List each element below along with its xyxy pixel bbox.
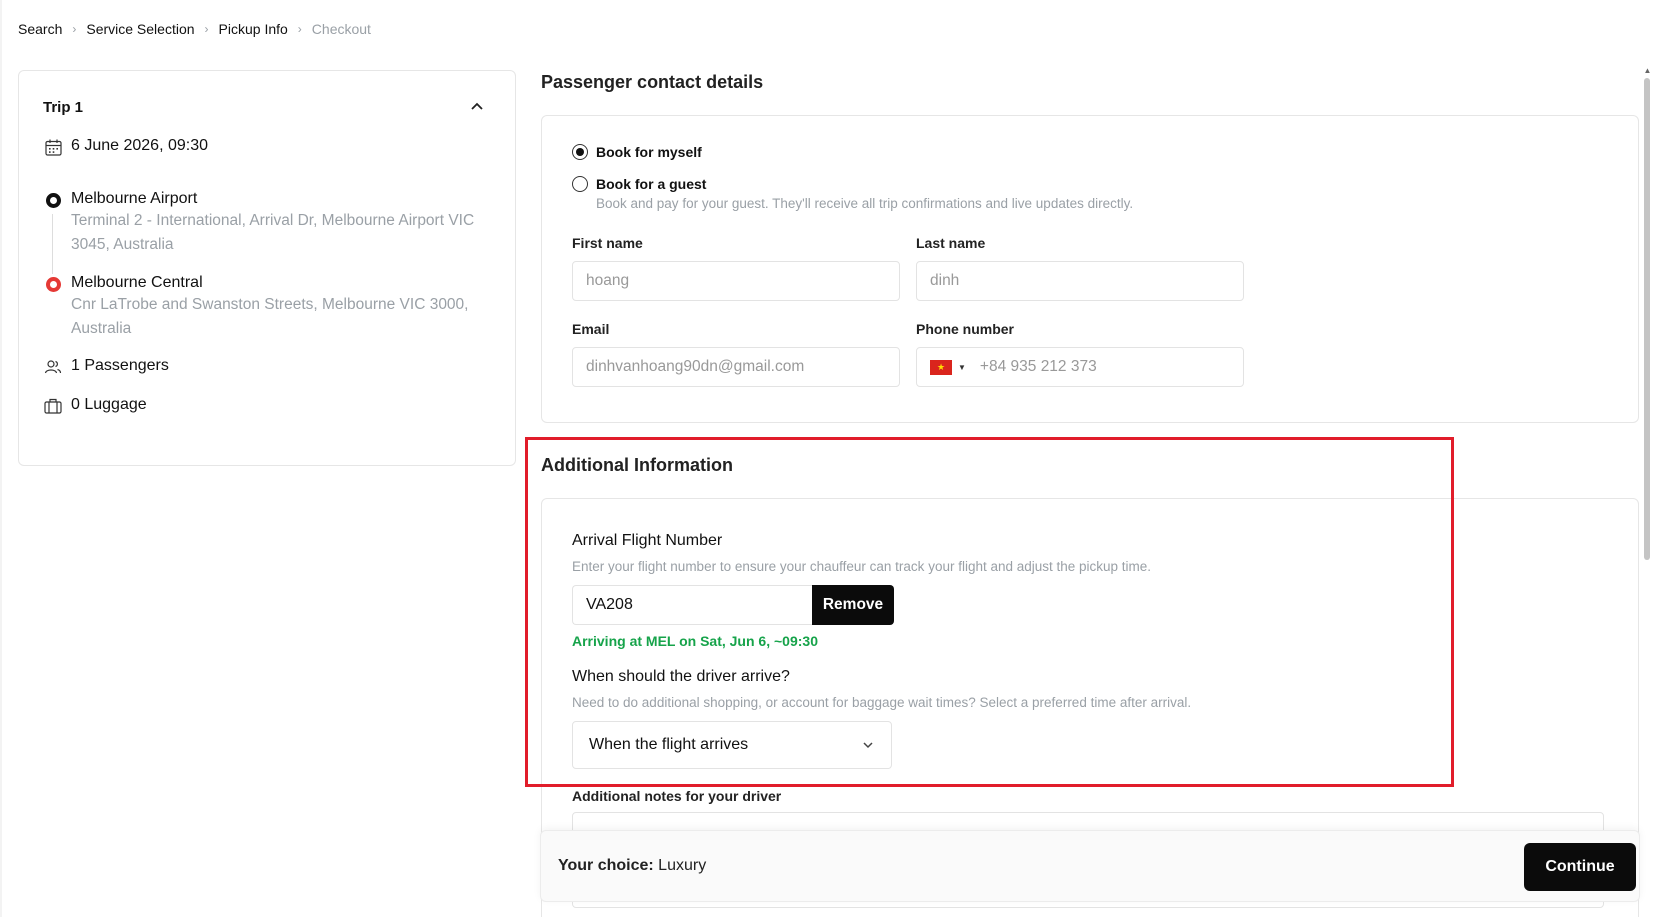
radio-selected-icon[interactable]: [572, 144, 588, 160]
flight-number-input[interactable]: VA208: [572, 585, 812, 625]
page-scrollbar[interactable]: ▲: [1643, 66, 1652, 917]
first-name-label: First name: [572, 235, 643, 251]
trip-title: Trip 1: [43, 99, 84, 116]
chevron-up-icon[interactable]: [467, 97, 487, 117]
contact-section-title: Passenger contact details: [541, 72, 764, 92]
book-myself-label: Book for myself: [596, 144, 702, 160]
pickup-address-line1: Terminal 2 - International, Arrival Dr, …: [71, 212, 475, 229]
your-choice-value: Luxury: [658, 857, 707, 874]
driver-notes-label: Additional notes for your driver: [572, 788, 782, 804]
phone-field[interactable]: ★ ▼ +84 935 212 373: [916, 347, 1244, 387]
book-guest-description: Book and pay for your guest. They'll rec…: [596, 196, 1134, 211]
your-choice-text: Your choice: Luxury: [558, 857, 706, 875]
book-myself-option[interactable]: Book for myself: [572, 144, 702, 160]
driver-arrival-select[interactable]: When the flight arrives: [572, 721, 892, 769]
users-icon: [43, 357, 63, 377]
last-name-field[interactable]: dinh: [916, 261, 1244, 301]
flight-number-label: Arrival Flight Number: [572, 532, 723, 549]
chevron-down-icon: [863, 742, 873, 749]
dropoff-location: Melbourne Central Cnr LaTrobe and Swanst…: [43, 274, 468, 341]
page-edge: [0, 0, 2, 917]
dropoff-address-line1: Cnr LaTrobe and Swanston Streets, Melbou…: [71, 296, 469, 313]
dropoff-address-line2: Australia: [71, 320, 132, 337]
flight-number-description: Enter your flight number to ensure your …: [572, 559, 1152, 574]
passengers-count: 1 Passengers: [71, 357, 169, 374]
breadcrumb-service-selection[interactable]: Service Selection: [86, 21, 194, 37]
pickup-location: Melbourne Airport Terminal 2 - Internati…: [43, 190, 474, 257]
breadcrumb-search[interactable]: Search: [18, 21, 62, 37]
trip-datetime: 6 June 2026, 09:30: [71, 137, 209, 154]
scroll-up-arrow-icon[interactable]: ▲: [1643, 66, 1652, 75]
chevron-right-icon: ›: [297, 22, 302, 36]
vietnam-flag-icon[interactable]: ★: [930, 359, 952, 375]
breadcrumb-pickup-info[interactable]: Pickup Info: [219, 21, 288, 37]
scrollbar-thumb[interactable]: [1644, 78, 1650, 560]
luggage-icon: [43, 396, 63, 416]
chevron-right-icon: ›: [204, 22, 209, 36]
email-field[interactable]: dinhvanhoang90dn@gmail.com: [572, 347, 900, 387]
pickup-address-line2: 3045, Australia: [71, 236, 174, 253]
chevron-right-icon: ›: [72, 22, 77, 36]
phone-label: Phone number: [916, 321, 1015, 337]
radio-unselected-icon[interactable]: [572, 176, 588, 192]
email-label: Email: [572, 321, 610, 337]
pickup-marker-icon: [43, 190, 63, 210]
phone-number-value: +84 935 212 373: [979, 358, 1097, 375]
passengers-row: 1 Passengers: [43, 357, 169, 377]
pickup-name: Melbourne Airport: [71, 190, 198, 207]
dropoff-marker-icon: [43, 274, 63, 294]
arrival-status-text: Arriving at MEL on Sat, Jun 6, ~09:30: [572, 633, 818, 649]
dropoff-name: Melbourne Central: [71, 274, 203, 291]
trip-datetime-row: 6 June 2026, 09:30: [43, 137, 208, 157]
driver-arrival-description: Need to do additional shopping, or accou…: [572, 695, 1192, 710]
driver-arrival-selected: When the flight arrives: [589, 736, 749, 753]
choice-footer-bar: Your choice: Luxury Continue: [540, 830, 1640, 902]
trip-summary-card: Trip 1 6 June 2026, 09:30 Melbourne Airp…: [18, 70, 516, 466]
first-name-field[interactable]: hoang: [572, 261, 900, 301]
luggage-row: 0 Luggage: [43, 396, 147, 416]
luggage-count: 0 Luggage: [71, 396, 147, 413]
driver-arrival-label: When should the driver arrive?: [572, 668, 790, 685]
calendar-icon: [43, 137, 63, 157]
additional-info-title: Additional Information: [541, 455, 733, 475]
breadcrumb: Search › Service Selection › Pickup Info…: [18, 21, 371, 37]
book-guest-option[interactable]: Book for a guest: [572, 176, 706, 192]
book-guest-label: Book for a guest: [596, 176, 707, 192]
continue-button[interactable]: Continue: [1524, 843, 1636, 891]
caret-down-icon[interactable]: ▼: [958, 363, 966, 372]
last-name-label: Last name: [916, 235, 986, 251]
remove-flight-button[interactable]: Remove: [812, 585, 894, 625]
your-choice-prefix: Your choice:: [558, 857, 654, 874]
breadcrumb-checkout: Checkout: [311, 21, 371, 37]
